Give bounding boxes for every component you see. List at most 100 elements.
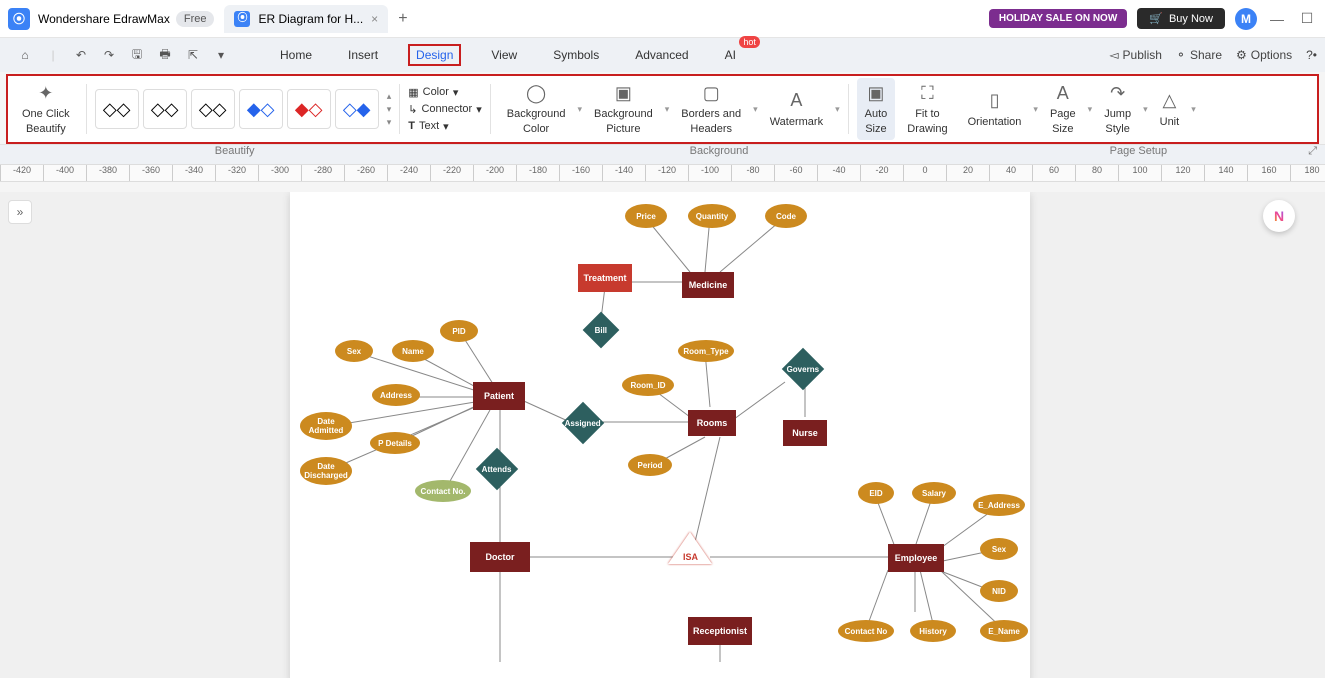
unit-icon: △ [1162, 89, 1176, 112]
theme-preset-5[interactable]: ◆◇ [287, 89, 331, 129]
publish-button[interactable]: ◅ Publish [1109, 48, 1162, 62]
undo-icon[interactable]: ↶ [72, 48, 90, 62]
attr-e-name[interactable]: E_Name [980, 620, 1028, 642]
fit-to-drawing-button[interactable]: ⛶Fit to Drawing [899, 78, 955, 140]
menu-home[interactable]: Home [274, 44, 318, 66]
expand-icon[interactable]: ⤢ [1308, 145, 1325, 164]
bg-color-dropdown-icon[interactable]: ▾ [577, 104, 582, 115]
watermark-dropdown-icon[interactable]: ▾ [835, 104, 840, 115]
entity-receptionist[interactable]: Receptionist [688, 617, 752, 645]
jump-style-button[interactable]: ↷Jump Style [1096, 78, 1139, 140]
attr-name[interactable]: Name [392, 340, 434, 362]
document-tab[interactable]: ⦿ ER Diagram for H... × [224, 5, 388, 33]
text-menu[interactable]: T Text ▾ [408, 120, 482, 133]
attr-code[interactable]: Code [765, 204, 807, 228]
jump-dropdown-icon[interactable]: ▾ [1143, 104, 1148, 115]
export-icon[interactable]: ⇱ [184, 48, 202, 62]
rel-bill[interactable]: Bill [583, 312, 620, 349]
attr-price[interactable]: Price [625, 204, 667, 228]
auto-size-button[interactable]: ▣Auto Size [857, 78, 896, 140]
entity-employee[interactable]: Employee [888, 544, 944, 572]
theme-more-icon[interactable]: ▾ [387, 117, 392, 128]
theme-preset-2[interactable]: ◇◇ [143, 89, 187, 129]
unit-dropdown-icon[interactable]: ▾ [1191, 104, 1196, 115]
theme-preset-4[interactable]: ◆◇ [239, 89, 283, 129]
new-tab-button[interactable]: + [398, 10, 407, 28]
watermark-icon: A [790, 89, 802, 112]
one-click-beautify-button[interactable]: ✦One Click Beautify [14, 78, 78, 140]
entity-medicine[interactable]: Medicine [682, 272, 734, 298]
attr-e-contact[interactable]: Contact No [838, 620, 894, 642]
menu-insert[interactable]: Insert [342, 44, 384, 66]
theme-preset-1[interactable]: ◇◇ [95, 89, 139, 129]
menu-design[interactable]: Design [408, 44, 461, 66]
menu-advanced[interactable]: Advanced [629, 44, 694, 66]
droplet-icon: ◯ [526, 82, 546, 105]
bg-pic-dropdown-icon[interactable]: ▾ [665, 104, 670, 115]
panel-toggle-button[interactable]: » [8, 200, 32, 224]
attr-p-details[interactable]: P Details [370, 432, 420, 454]
attr-quantity[interactable]: Quantity [688, 204, 736, 228]
ai-assistant-button[interactable]: N [1263, 200, 1295, 232]
home-icon[interactable]: ⌂ [16, 48, 34, 62]
theme-preset-6[interactable]: ◇◆ [335, 89, 379, 129]
buy-now-button[interactable]: 🛒Buy Now [1137, 8, 1225, 29]
unit-button[interactable]: △Unit [1152, 85, 1188, 133]
print-icon[interactable]: 🖶 [156, 45, 174, 66]
entity-rooms[interactable]: Rooms [688, 410, 736, 436]
menu-symbols[interactable]: Symbols [547, 44, 605, 66]
attr-nid[interactable]: NID [980, 580, 1018, 602]
doc-title: ER Diagram for H... [258, 12, 363, 26]
background-color-button[interactable]: ◯Background Color [499, 78, 574, 140]
theme-preset-3[interactable]: ◇◇ [191, 89, 235, 129]
help-icon[interactable]: ?• [1306, 48, 1317, 62]
sale-banner[interactable]: HOLIDAY SALE ON NOW [989, 9, 1127, 28]
user-avatar[interactable]: M [1235, 8, 1257, 30]
share-button[interactable]: ⚬ Share [1176, 48, 1222, 62]
attr-sex[interactable]: Sex [335, 340, 373, 362]
entity-doctor[interactable]: Doctor [470, 542, 530, 572]
attr-date-discharged[interactable]: Date Discharged [300, 457, 352, 485]
redo-icon[interactable]: ↷ [100, 48, 118, 62]
watermark-button[interactable]: AWatermark [762, 85, 831, 133]
minimize-button[interactable]: — [1267, 11, 1287, 27]
rel-assigned[interactable]: Assigned [562, 402, 604, 444]
theme-up-icon[interactable]: ▴ [387, 91, 392, 102]
maximize-button[interactable]: ☐ [1297, 10, 1317, 27]
borders-headers-button[interactable]: ▢Borders and Headers [673, 78, 749, 140]
borders-dropdown-icon[interactable]: ▾ [753, 104, 758, 115]
save-icon[interactable]: 🖫 [128, 45, 146, 66]
background-picture-button[interactable]: ▣Background Picture [586, 78, 661, 140]
attr-room-id[interactable]: Room_ID [622, 374, 674, 396]
attr-date-admitted[interactable]: Date Admitted [300, 412, 352, 440]
attr-contact-no[interactable]: Contact No. [415, 480, 471, 502]
group-background-label: Background [469, 145, 968, 164]
attr-eid[interactable]: EID [858, 482, 894, 504]
entity-patient[interactable]: Patient [473, 382, 525, 410]
page-size-button[interactable]: APage Size [1042, 78, 1084, 140]
orient-dropdown-icon[interactable]: ▾ [1033, 104, 1038, 115]
attr-address[interactable]: Address [372, 384, 420, 406]
attr-e-address[interactable]: E_Address [973, 494, 1025, 516]
attr-pid[interactable]: PID [440, 320, 478, 342]
menu-view[interactable]: View [485, 44, 523, 66]
theme-down-icon[interactable]: ▾ [387, 104, 392, 115]
rel-governs[interactable]: Governs [782, 348, 824, 390]
rel-attends[interactable]: Attends [476, 448, 518, 490]
pagesize-dropdown-icon[interactable]: ▾ [1088, 104, 1093, 115]
options-button[interactable]: ⚙ Options [1236, 48, 1292, 62]
attr-history[interactable]: History [910, 620, 956, 642]
connector-menu[interactable]: ↳ Connector ▾ [408, 103, 482, 116]
attr-e-sex[interactable]: Sex [980, 538, 1018, 560]
color-menu[interactable]: ▦ Color ▾ [408, 86, 482, 99]
qat-more-icon[interactable]: ▾ [212, 48, 230, 62]
attr-period[interactable]: Period [628, 454, 672, 476]
attr-room-type[interactable]: Room_Type [678, 340, 734, 362]
orientation-button[interactable]: ▯Orientation [960, 85, 1030, 133]
close-tab-icon[interactable]: × [371, 12, 378, 26]
menu-ai[interactable]: AIhot [719, 44, 742, 66]
attr-salary[interactable]: Salary [912, 482, 956, 504]
canvas-page[interactable]: Price Quantity Code Treatment Medicine B… [290, 192, 1030, 678]
entity-nurse[interactable]: Nurse [783, 420, 827, 446]
entity-treatment[interactable]: Treatment [578, 264, 632, 292]
